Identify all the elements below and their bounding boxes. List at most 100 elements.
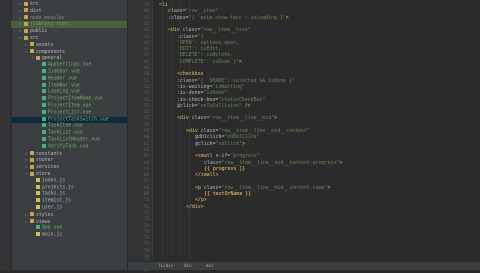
code-token: :class= xyxy=(177,33,198,40)
tree-item[interactable]: ▾ general xyxy=(11,55,127,62)
tree-item[interactable]: ▾ store xyxy=(11,171,127,178)
tree-item[interactable]: TaskListHeader.vue xyxy=(11,137,127,144)
project-tree-panel[interactable]: ▸ src ▸ dist ▸ node_modules ▸ (library root) ▸ pu… xyxy=(0,0,128,270)
tree-item[interactable]: Sidebar.vue xyxy=(11,69,127,76)
tree-item-label: Header.vue xyxy=(48,76,77,82)
tree-item[interactable]: ▸ constants xyxy=(11,151,127,158)
code-token: > xyxy=(238,58,242,65)
tree-item[interactable]: ItemBar.vue xyxy=(11,82,127,90)
tree-item[interactable]: ▸ assets xyxy=(11,42,127,49)
tree-item-label: (library root) xyxy=(30,22,71,28)
code-token: v-if= xyxy=(215,153,231,160)
code-token: :is-check-box= xyxy=(177,96,219,103)
breadcrumb-item[interactable]: div xyxy=(206,262,214,270)
tree-item[interactable]: projects.js xyxy=(11,184,127,192)
code-token: > xyxy=(339,159,343,166)
vue-icon xyxy=(42,69,46,73)
tree-item[interactable]: TaskList.vue xyxy=(11,130,127,137)
tree-item[interactable]: AppSettings.vue xyxy=(11,62,127,69)
tree-item-label: public xyxy=(30,29,48,35)
js-icon xyxy=(36,191,40,196)
code-line[interactable]: @click="onToCollision" /> xyxy=(177,103,251,109)
code-token: > xyxy=(327,184,331,191)
tree-item[interactable]: ProjectTaskSwitch.vue xyxy=(11,116,127,124)
code-token: "isDone" xyxy=(203,90,228,97)
code-line[interactable]: <div class="row__item__line__mid"> xyxy=(177,115,277,121)
tree-item[interactable]: main.js xyxy=(11,232,127,239)
tree-item[interactable]: user.js xyxy=(11,205,127,212)
tree-item[interactable]: ▸ (library root) xyxy=(11,21,127,29)
code-token: "onClick" xyxy=(215,140,243,147)
tree-item[interactable]: VerifyTask.vue xyxy=(11,143,127,151)
code-token: "progress" xyxy=(230,153,260,160)
vue-icon xyxy=(42,103,46,107)
tree-item[interactable]: ▸ styles xyxy=(11,212,127,219)
tree-item[interactable]: ▸ views xyxy=(11,219,127,226)
tree-item[interactable]: ProjectItemName.vue xyxy=(11,96,127,103)
tree-item[interactable]: Header.vue xyxy=(11,75,127,83)
folder-icon xyxy=(24,15,28,20)
tree-item[interactable]: ▸ public xyxy=(11,28,127,35)
tree-item-label: ProjectItemName.vue xyxy=(48,96,103,102)
code-token: class= xyxy=(203,184,222,191)
vue-icon xyxy=(42,82,46,87)
tree-item-label: store xyxy=(36,172,51,177)
code-line[interactable]: </small> xyxy=(195,172,219,178)
tree-item[interactable]: ▸ dist xyxy=(11,8,127,15)
code-token: > xyxy=(242,140,246,147)
vue-icon xyxy=(42,75,46,80)
folder-icon xyxy=(30,164,34,169)
tree-item[interactable]: Loading.vue xyxy=(11,89,127,96)
tree-item[interactable]: itemist.js xyxy=(11,198,127,205)
code-line[interactable]: {{ textOrName }} xyxy=(204,191,251,197)
code-token: :class= xyxy=(168,14,189,21)
breadcrumb-item[interactable]: li/div xyxy=(158,262,173,270)
tree-item[interactable]: ▸ node_modules xyxy=(11,15,127,22)
tree-item-label: src xyxy=(30,2,39,7)
code-token: "row__item__line__mid" xyxy=(209,115,275,122)
code-editor[interactable]: <li class="row__item":class="{ 'anim-show… xyxy=(153,0,480,262)
code-line[interactable]: :class="{ 'anim-show-fast': isLoading }"… xyxy=(168,15,289,21)
code-line[interactable]: 'COMPLETE': isDone }"> xyxy=(177,59,242,65)
vue-icon xyxy=(42,143,46,148)
tree-item[interactable]: ProjectItem.vue xyxy=(11,103,127,110)
tree-item-label: general xyxy=(42,56,63,62)
tree-item[interactable]: App.vue xyxy=(11,225,127,232)
vue-icon xyxy=(36,225,40,230)
tree-item-label: components xyxy=(36,49,65,55)
code-line[interactable]: @click="onClick"> xyxy=(195,141,245,147)
tree-item[interactable]: ▸ router xyxy=(11,157,127,164)
code-token: class= xyxy=(182,27,201,34)
code-token: @click= xyxy=(177,102,198,109)
tree-item[interactable]: ▸ src xyxy=(11,1,127,8)
code-token: 'OPEN': options.open, xyxy=(177,39,239,46)
tree-item-label: TaskList.vue xyxy=(48,130,83,136)
code-token: "row__item__line__mid__content" xyxy=(218,128,310,134)
vue-icon xyxy=(42,116,46,121)
tree-item[interactable]: ProjectList.vue xyxy=(11,109,127,117)
tree-item-label: user.js xyxy=(42,205,63,211)
tree-item[interactable]: tasks.js xyxy=(11,191,127,198)
code-token: "row__item__line__mid__content-progress" xyxy=(221,159,340,166)
tree-item-label: ProjectItem.vue xyxy=(48,103,92,109)
code-token: /> xyxy=(241,102,251,109)
tree-item[interactable]: index.js xyxy=(11,177,127,185)
breadcrumb-item[interactable]: div xyxy=(184,262,192,270)
tree-item[interactable]: ▾ src xyxy=(11,35,127,42)
code-line[interactable]: </div> xyxy=(186,204,204,210)
tree-item[interactable]: ▸ services xyxy=(11,164,127,171)
code-token: <div xyxy=(186,128,201,134)
tree-item-label: assets xyxy=(36,42,54,48)
js-icon xyxy=(36,205,40,209)
code-token: {{ textOrName }} xyxy=(204,191,252,197)
tree-item[interactable]: TaskItem.vue xyxy=(11,123,127,130)
code-token: 'DELETE': isDelete, xyxy=(177,52,233,59)
code-token: "statusCheckBox" xyxy=(218,96,266,103)
tree-item-label: ItemBar.vue xyxy=(48,83,80,89)
tree-item[interactable]: ▾ components xyxy=(11,49,127,56)
code-token: > xyxy=(285,14,289,21)
code-token: {{ progress }} xyxy=(204,165,246,172)
code-token: :class= xyxy=(177,77,198,84)
code-line[interactable]: <li xyxy=(159,2,168,8)
code-token: <div xyxy=(177,115,192,122)
